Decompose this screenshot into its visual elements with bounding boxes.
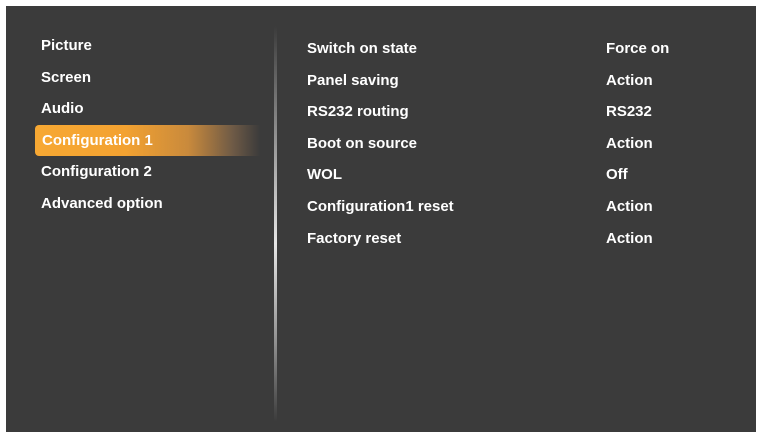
- setting-value: Off: [606, 166, 628, 184]
- setting-row-rs232-routing[interactable]: RS232 routing RS232: [307, 96, 727, 128]
- setting-label: Configuration1 reset: [307, 197, 454, 215]
- setting-label: RS232 routing: [307, 103, 409, 121]
- setting-label: Panel saving: [307, 71, 399, 89]
- menu-item-configuration-2[interactable]: Configuration 2: [34, 156, 258, 188]
- setting-label: Boot on source: [307, 134, 418, 152]
- settings-list: Switch on state Force on Panel saving Ac…: [307, 33, 727, 254]
- setting-value: Force on: [606, 40, 670, 57]
- menu-item-screen[interactable]: Screen: [34, 62, 258, 94]
- setting-value: Action: [606, 71, 653, 89]
- setting-value: Action: [606, 229, 653, 247]
- setting-row-factory-reset[interactable]: Factory reset Action: [307, 223, 727, 255]
- setting-label: WOL: [307, 166, 342, 184]
- menu-item-advanced-option[interactable]: Advanced option: [34, 188, 258, 220]
- setting-row-wol[interactable]: WOL Off: [307, 159, 727, 191]
- setting-value: RS232: [606, 103, 652, 121]
- menu-item-picture[interactable]: Picture: [34, 30, 258, 62]
- setting-row-boot-on-source[interactable]: Boot on source Action: [307, 128, 727, 160]
- main-menu: Picture Screen Audio Configuration 1 Con…: [34, 30, 260, 220]
- menu-divider: [274, 26, 277, 422]
- setting-row-configuration1-reset[interactable]: Configuration1 reset Action: [307, 191, 727, 223]
- setting-label: Factory reset: [307, 229, 402, 247]
- setting-value: Action: [606, 134, 653, 152]
- setting-value: Action: [606, 197, 653, 215]
- setting-label: Switch on state: [307, 40, 418, 57]
- setting-row-panel-saving[interactable]: Panel saving Action: [307, 65, 727, 97]
- setting-row-switch-on-state[interactable]: Switch on state Force on: [307, 33, 727, 65]
- menu-item-configuration-1[interactable]: Configuration 1: [35, 124, 260, 157]
- osd-menu-screen: Picture Screen Audio Configuration 1 Con…: [6, 6, 756, 432]
- menu-item-audio[interactable]: Audio: [34, 93, 258, 125]
